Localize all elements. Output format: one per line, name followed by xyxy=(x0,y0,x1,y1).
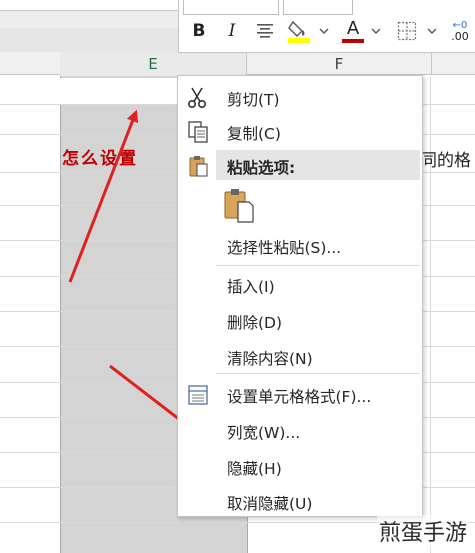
format-cells-icon xyxy=(188,385,208,405)
watermark: 煎蛋手游 xyxy=(376,515,469,547)
paste-button[interactable] xyxy=(222,186,256,224)
menu-item-label: 复制(C) xyxy=(227,125,281,143)
menu-item-unhide[interactable]: 取消隐藏(U) xyxy=(178,484,422,518)
menu-item-label: 设置单元格格式(F)... xyxy=(227,388,372,406)
paste-options-icon-slot xyxy=(178,150,216,180)
menu-item-label: 清除内容(N) xyxy=(227,350,313,368)
paste-options-label: 粘贴选项: xyxy=(227,159,296,177)
context-menu: 剪切(T) 复制(C) 粘贴选项: 选择性粘贴(S)... 插入(I) 删除(D… xyxy=(177,75,423,517)
copy-icon xyxy=(188,121,208,143)
scissors-icon xyxy=(187,87,207,109)
menu-separator xyxy=(216,373,420,374)
paste-clipboard-icon xyxy=(224,189,254,223)
menu-separator xyxy=(216,265,420,266)
arrow-to-column-e xyxy=(68,109,139,283)
menu-item-copy[interactable]: 复制(C) xyxy=(178,114,422,148)
menu-item-label: 删除(D) xyxy=(227,314,283,332)
menu-item-hide[interactable]: 隐藏(H) xyxy=(178,449,422,483)
menu-item-insert[interactable]: 插入(I) xyxy=(178,267,422,301)
menu-item-label: 列宽(W)... xyxy=(227,424,301,442)
clipboard-icon xyxy=(189,156,208,177)
menu-item-clear-contents[interactable]: 清除内容(N) xyxy=(178,339,422,373)
menu-item-label: 隐藏(H) xyxy=(227,460,282,478)
paste-options-header: 粘贴选项: xyxy=(216,150,420,180)
menu-item-label: 插入(I) xyxy=(227,278,275,296)
menu-item-cut[interactable]: 剪切(T) xyxy=(178,80,422,114)
menu-item-label: 选择性粘贴(S)... xyxy=(227,239,342,257)
menu-item-delete[interactable]: 删除(D) xyxy=(178,303,422,337)
menu-item-label: 取消隐藏(U) xyxy=(227,495,313,513)
menu-item-label: 剪切(T) xyxy=(227,91,280,109)
menu-item-format-cells[interactable]: 设置单元格格式(F)... xyxy=(178,377,422,411)
menu-item-paste-special[interactable]: 选择性粘贴(S)... xyxy=(178,228,422,262)
menu-item-column-width[interactable]: 列宽(W)... xyxy=(178,413,422,447)
